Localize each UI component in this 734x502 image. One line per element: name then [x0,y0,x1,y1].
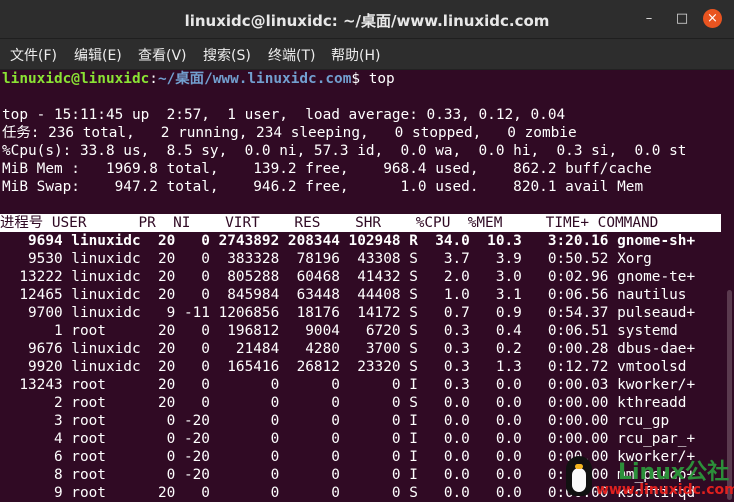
process-row: 3 root 0 -20 0 0 0 I 0.0 0.0 0:00.00 rcu… [2,413,670,429]
menu-edit[interactable]: 编辑(E) [74,45,122,65]
menu-terminal[interactable]: 终端(T) [268,45,315,65]
process-row: 13243 root 20 0 0 0 0 I 0.3 0.0 0:00.03 … [2,377,696,393]
window-title: linuxidc@linuxidc: ~/桌面/www.linuxidc.com [184,12,550,30]
menu-help[interactable]: 帮助(H) [331,45,380,65]
summary-line-swap: MiB Swap: 947.2 total, 946.2 free, 1.0 u… [2,179,644,195]
prompt-symbol: $ [351,71,369,87]
process-row: 13222 linuxidc 20 0 805288 60468 41432 S… [2,269,696,285]
process-row: 9530 linuxidc 20 0 383328 78196 43308 S … [2,251,652,267]
menu-search[interactable]: 搜索(S) [203,45,251,65]
process-row: 9700 linuxidc 9 -11 1206856 18176 14172 … [2,305,696,321]
close-button[interactable]: × [703,9,722,28]
command-prompt: linuxidc@linuxidc:~/桌面/www.linuxidc.com$… [2,70,395,88]
title-bar[interactable]: linuxidc@linuxidc: ~/桌面/www.linuxidc.com… [0,0,734,39]
menu-file[interactable]: 文件(F) [10,45,57,65]
watermark-site: www.linuxidc.com [596,482,734,498]
process-row: 1 root 20 0 196812 9004 6720 S 0.3 0.4 0… [2,323,678,339]
process-row: 9694 linuxidc 20 0 2743892 208344 102948… [2,233,696,249]
process-row: 4 root 0 -20 0 0 0 I 0.0 0.0 0:00.00 rcu… [2,431,696,447]
watermark-logo: Linux公社 www.linuxidc.com [560,452,734,502]
prompt-path: ~/桌面/www.linuxidc.com [157,71,352,87]
process-row: 9920 linuxidc 20 0 165416 26812 23320 S … [2,359,687,375]
process-row: 9676 linuxidc 20 0 21484 4280 3700 S 0.3… [2,341,696,357]
terminal-output[interactable]: linuxidc@linuxidc:~/桌面/www.linuxidc.com$… [0,70,734,502]
menu-bar: 文件(F) 编辑(E) 查看(V) 搜索(S) 终端(T) 帮助(H) [0,39,734,70]
process-row: 2 root 20 0 0 0 0 S 0.0 0.0 0:00.00 kthr… [2,395,687,411]
summary-line-uptime: top - 15:11:45 up 2:57, 1 user, load ave… [2,107,566,123]
summary-line-cpu: %Cpu(s): 33.8 us, 8.5 sy, 0.0 ni, 57.3 i… [2,143,687,159]
menu-view[interactable]: 查看(V) [138,45,187,65]
process-row: 12465 linuxidc 20 0 845984 63448 44408 S… [2,287,687,303]
maximize-button[interactable]: □ [672,9,692,29]
process-table-header: 进程号 USER PR NI VIRT RES SHR %CPU %MEM TI… [0,214,721,232]
terminal-window: linuxidc@linuxidc: ~/桌面/www.linuxidc.com… [0,0,734,502]
terminal-scrollbar[interactable] [724,70,734,502]
prompt-command: top [368,71,395,87]
penguin-beak [575,464,583,469]
prompt-separator: : [149,71,158,87]
summary-line-tasks: 任务: 236 total, 2 running, 234 sleeping, … [2,125,577,141]
summary-line-mem: MiB Mem : 1969.8 total, 139.2 free, 968.… [2,161,652,177]
penguin-belly [572,468,586,492]
minimize-button[interactable]: – [639,9,659,29]
prompt-user: linuxidc@linuxidc [2,71,150,87]
